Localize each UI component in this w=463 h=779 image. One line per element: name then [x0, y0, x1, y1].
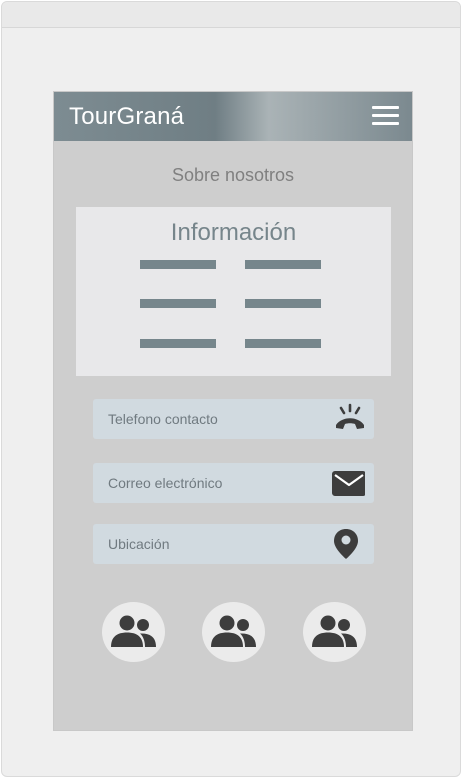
- phone-field[interactable]: Telefono contacto: [93, 399, 374, 439]
- info-card-title: Información: [170, 219, 297, 246]
- page-title: Sobre nosotros: [171, 165, 295, 185]
- info-placeholder-line: [140, 260, 216, 269]
- app-title: TourGraná: [69, 103, 185, 130]
- group-icon: [111, 615, 156, 647]
- contact-group-button-2[interactable]: [202, 602, 265, 662]
- email-field-label: Correo electrónico: [108, 475, 223, 491]
- device-top-bar: [2, 2, 460, 28]
- device-frame: TourGraná Sobre nosotros Información Tel…: [1, 1, 461, 777]
- hamburger-menu-icon[interactable]: [372, 106, 399, 127]
- phone-field-label: Telefono contacto: [108, 411, 218, 427]
- info-placeholder-line: [245, 339, 321, 348]
- location-field-label: Ubicación: [108, 536, 170, 552]
- info-card: Información: [76, 207, 391, 376]
- contact-group-button-3[interactable]: [303, 602, 366, 662]
- contact-group-button-1[interactable]: [102, 602, 165, 662]
- group-icon: [312, 615, 357, 647]
- info-placeholder-line: [245, 260, 321, 269]
- app-screen: TourGraná Sobre nosotros Información Tel…: [53, 91, 413, 731]
- mail-icon: [332, 471, 365, 496]
- app-header: TourGraná: [54, 92, 412, 141]
- info-placeholder-line: [245, 299, 321, 308]
- phone-icon: [336, 403, 364, 429]
- location-pin-icon: [334, 529, 358, 559]
- info-placeholder-line: [140, 339, 216, 348]
- email-field[interactable]: Correo electrónico: [93, 463, 374, 503]
- group-icon: [211, 615, 256, 647]
- info-placeholder-line: [140, 299, 216, 308]
- location-field[interactable]: Ubicación: [93, 524, 374, 564]
